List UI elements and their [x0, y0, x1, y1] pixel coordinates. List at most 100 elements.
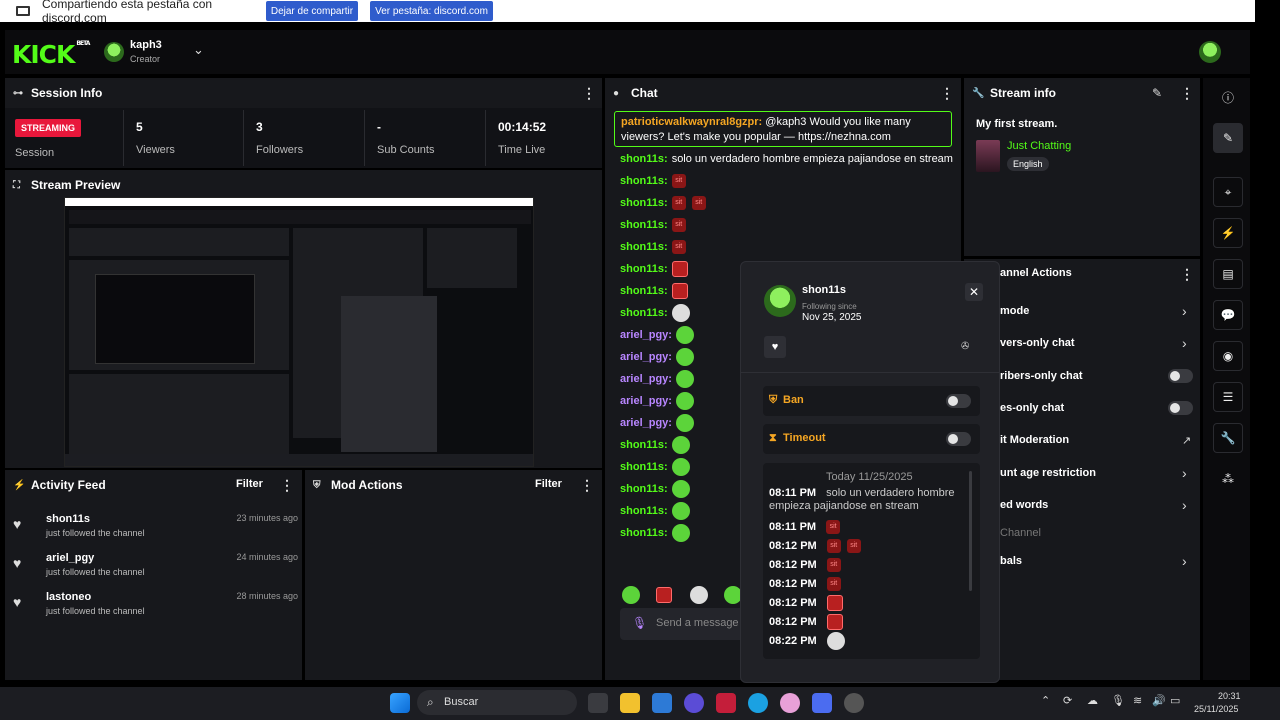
app-icon[interactable]	[812, 693, 832, 713]
chevron-right-icon[interactable]: ›	[1182, 335, 1187, 351]
taskbar-search[interactable]: ⌕ Buscar	[417, 690, 577, 715]
sync-icon[interactable]: ⟳	[1063, 694, 1072, 707]
chat-message: shon11s: sit	[620, 215, 692, 235]
emote-picker-item[interactable]	[690, 586, 708, 604]
chat-more-icon[interactable]: ⋮	[940, 85, 954, 102]
antivirus-icon[interactable]	[716, 693, 736, 713]
subscribers-only-toggle[interactable]	[1168, 369, 1193, 383]
app-icon[interactable]	[684, 693, 704, 713]
file-explorer-icon[interactable]	[620, 693, 640, 713]
activity-filter-button[interactable]: Filter	[236, 478, 263, 490]
heart-icon[interactable]: ♥	[764, 336, 786, 358]
emote	[671, 283, 688, 299]
channel-action-item[interactable]: mode	[1000, 301, 1029, 321]
people-icon[interactable]: ⁂	[1213, 464, 1243, 494]
windows-start-icon[interactable]	[390, 693, 410, 713]
emote	[675, 326, 694, 344]
following-since-label: Following since	[802, 302, 857, 311]
microphone-icon[interactable]: 🎙	[632, 616, 647, 630]
chat-message: shon11s:	[620, 259, 694, 279]
view-tab-button[interactable]: Ver pestaña: discord.com	[370, 1, 493, 21]
channel-action-item[interactable]: bals	[1000, 551, 1022, 571]
edit-icon[interactable]: ✎	[1152, 86, 1162, 100]
channel-actions-title: annel Actions	[1000, 267, 1072, 279]
store-icon[interactable]	[652, 693, 672, 713]
channel-action-item[interactable]: vers-only chat	[1000, 333, 1075, 353]
channel-section-label: Channel	[1000, 527, 1041, 539]
taskbar-date[interactable]: 25/11/2025	[1194, 704, 1238, 714]
history-message: 08:22 PM	[769, 631, 851, 650]
chevron-down-icon[interactable]: ⌄	[193, 42, 204, 58]
heart-icon: ♥	[13, 516, 22, 532]
document-icon[interactable]: ▤	[1213, 259, 1243, 289]
timeout-row: ⧗ Timeout	[763, 424, 980, 454]
close-icon[interactable]: ✕	[965, 283, 983, 301]
emote: sit	[846, 538, 861, 553]
task-view-icon[interactable]	[588, 693, 608, 713]
external-link-icon[interactable]: ↗	[1182, 434, 1191, 447]
edge-browser-icon[interactable]	[748, 693, 768, 713]
chevron-right-icon[interactable]: ›	[1182, 303, 1187, 319]
category-link[interactable]: Just Chatting	[1007, 140, 1071, 152]
taskbar-time[interactable]: 20:31	[1218, 691, 1241, 701]
mod-more-icon[interactable]: ⋮	[580, 477, 594, 494]
broadcast-icon[interactable]: ◉	[1213, 341, 1243, 371]
chat-input[interactable]: 🎙 Send a message	[620, 608, 750, 640]
chat-message: shon11s:	[620, 303, 696, 323]
emote: sit	[826, 538, 841, 553]
info-icon[interactable]: ⓘ	[1213, 82, 1243, 112]
app-icon[interactable]	[780, 693, 800, 713]
time-live-stat: 00:14:52 Time Live	[498, 120, 547, 156]
channel-action-item[interactable]: unt age restriction	[1000, 463, 1096, 483]
mod-filter-button[interactable]: Filter	[535, 478, 562, 490]
emotes-only-toggle[interactable]	[1168, 401, 1193, 415]
stream-info-more-icon[interactable]: ⋮	[1180, 85, 1194, 102]
kick-logo[interactable]: KICK BETA	[12, 40, 90, 69]
channel-action-item[interactable]: ribers-only chat	[1000, 366, 1083, 386]
ban-toggle[interactable]	[946, 394, 971, 408]
chat-message: ariel_pgy:	[620, 413, 700, 433]
chevron-right-icon[interactable]: ›	[1182, 465, 1187, 481]
shield-icon: ⛨	[313, 479, 321, 491]
category-thumbnail[interactable]	[976, 140, 1000, 172]
bolt-icon: ⚡	[13, 479, 26, 491]
emote-picker-item[interactable]	[656, 587, 672, 603]
chat-bubble-icon[interactable]: 💬	[1213, 300, 1243, 330]
user-avatar[interactable]	[104, 42, 124, 62]
chevron-right-icon[interactable]: ›	[1182, 553, 1187, 569]
more-options-icon[interactable]: ⋮	[582, 85, 596, 102]
emote: sit	[826, 576, 841, 591]
channel-action-item[interactable]: it Moderation	[1000, 430, 1069, 450]
chat-message: shon11s:	[620, 501, 696, 521]
layout-icon[interactable]: ☰	[1213, 382, 1243, 412]
activity-more-icon[interactable]: ⋮	[280, 477, 294, 494]
chat-message: shon11s:	[620, 523, 696, 543]
app-icon[interactable]	[844, 693, 864, 713]
channel-action-item[interactable]: ed words	[1000, 495, 1048, 515]
timeout-toggle[interactable]	[946, 432, 971, 446]
stream-preview-video[interactable]	[64, 197, 534, 467]
chevron-right-icon[interactable]: ›	[1182, 497, 1187, 513]
pencil-icon[interactable]: ✎	[1213, 123, 1243, 153]
emote-picker-item[interactable]	[622, 586, 640, 604]
ban-row: ⛨ Ban	[763, 386, 980, 416]
stop-sharing-button[interactable]: Dejar de compartir	[266, 1, 358, 21]
wrench-icon[interactable]: 🔧	[1213, 423, 1243, 453]
lightning-icon[interactable]: ⚡	[1213, 218, 1243, 248]
volume-icon[interactable]: 🔊	[1152, 694, 1166, 707]
emote	[671, 502, 690, 520]
history-message: 08:11 PM sit	[769, 517, 846, 536]
tray-chevron-up-icon[interactable]: ⌃	[1041, 694, 1050, 707]
battery-icon[interactable]: ▭	[1170, 694, 1180, 707]
session-label: Session	[15, 147, 55, 159]
target-icon[interactable]: ⌖	[1213, 177, 1243, 207]
pin-icon[interactable]: ✇	[961, 341, 969, 352]
profile-avatar[interactable]	[1199, 41, 1221, 63]
wifi-icon[interactable]: ≋	[1133, 694, 1142, 707]
heart-icon: ♥	[13, 594, 22, 610]
cloud-icon[interactable]: ☁	[1087, 694, 1098, 707]
top-navigation	[5, 30, 1250, 74]
channel-actions-more-icon[interactable]: ⋮	[1180, 266, 1194, 283]
channel-action-item[interactable]: es-only chat	[1000, 398, 1064, 418]
microphone-icon[interactable]: 🎙	[1111, 694, 1125, 707]
